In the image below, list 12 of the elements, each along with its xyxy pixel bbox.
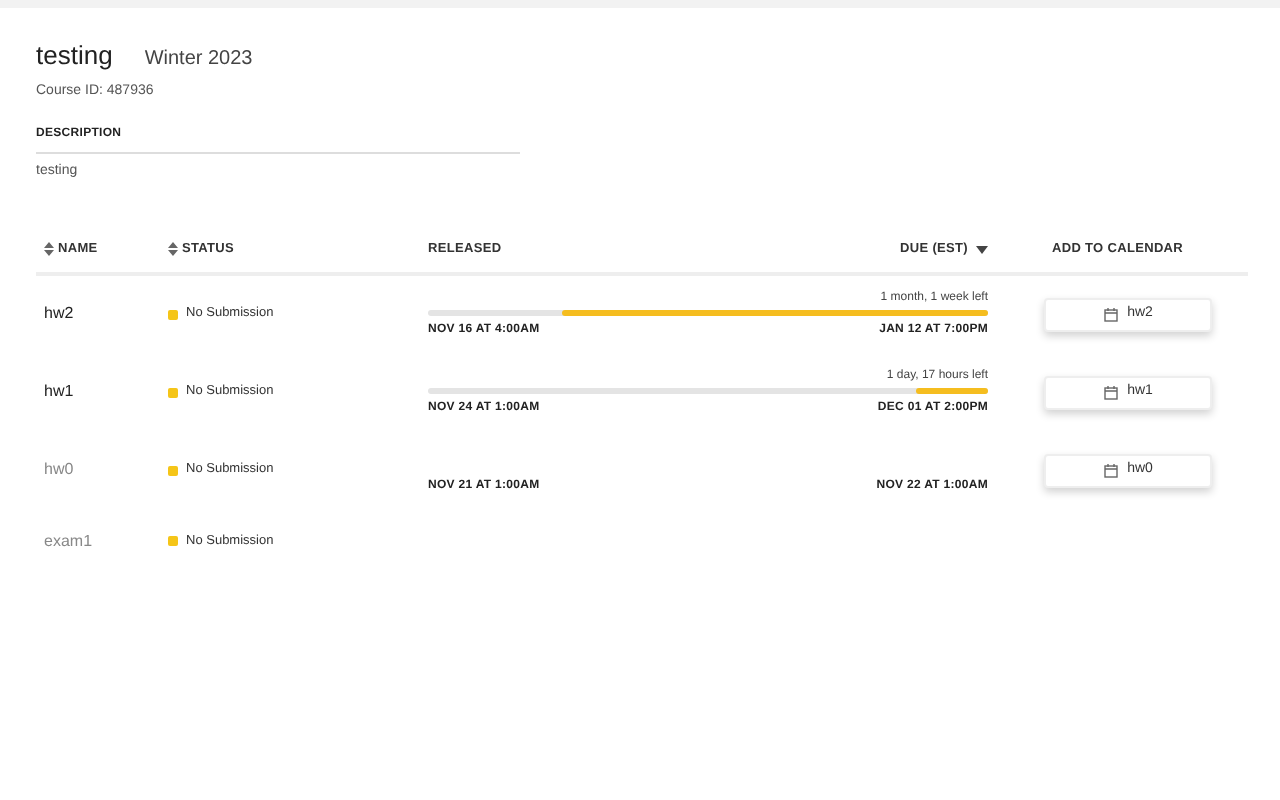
sort-icon bbox=[168, 242, 178, 256]
calendar-icon bbox=[1103, 307, 1118, 321]
sort-icon bbox=[44, 242, 54, 256]
assignment-name[interactable]: exam1 bbox=[44, 531, 93, 549]
calendar-icon bbox=[1103, 463, 1118, 477]
assignment-name[interactable]: hw0 bbox=[44, 460, 74, 478]
assignment-name[interactable]: hw2 bbox=[44, 304, 74, 322]
course-term: Winter 2023 bbox=[144, 46, 253, 74]
course-title: testing bbox=[36, 38, 113, 74]
assignment-name[interactable]: hw1 bbox=[44, 382, 74, 400]
calendar-icon bbox=[1103, 385, 1118, 399]
caret-down-icon bbox=[976, 245, 988, 253]
